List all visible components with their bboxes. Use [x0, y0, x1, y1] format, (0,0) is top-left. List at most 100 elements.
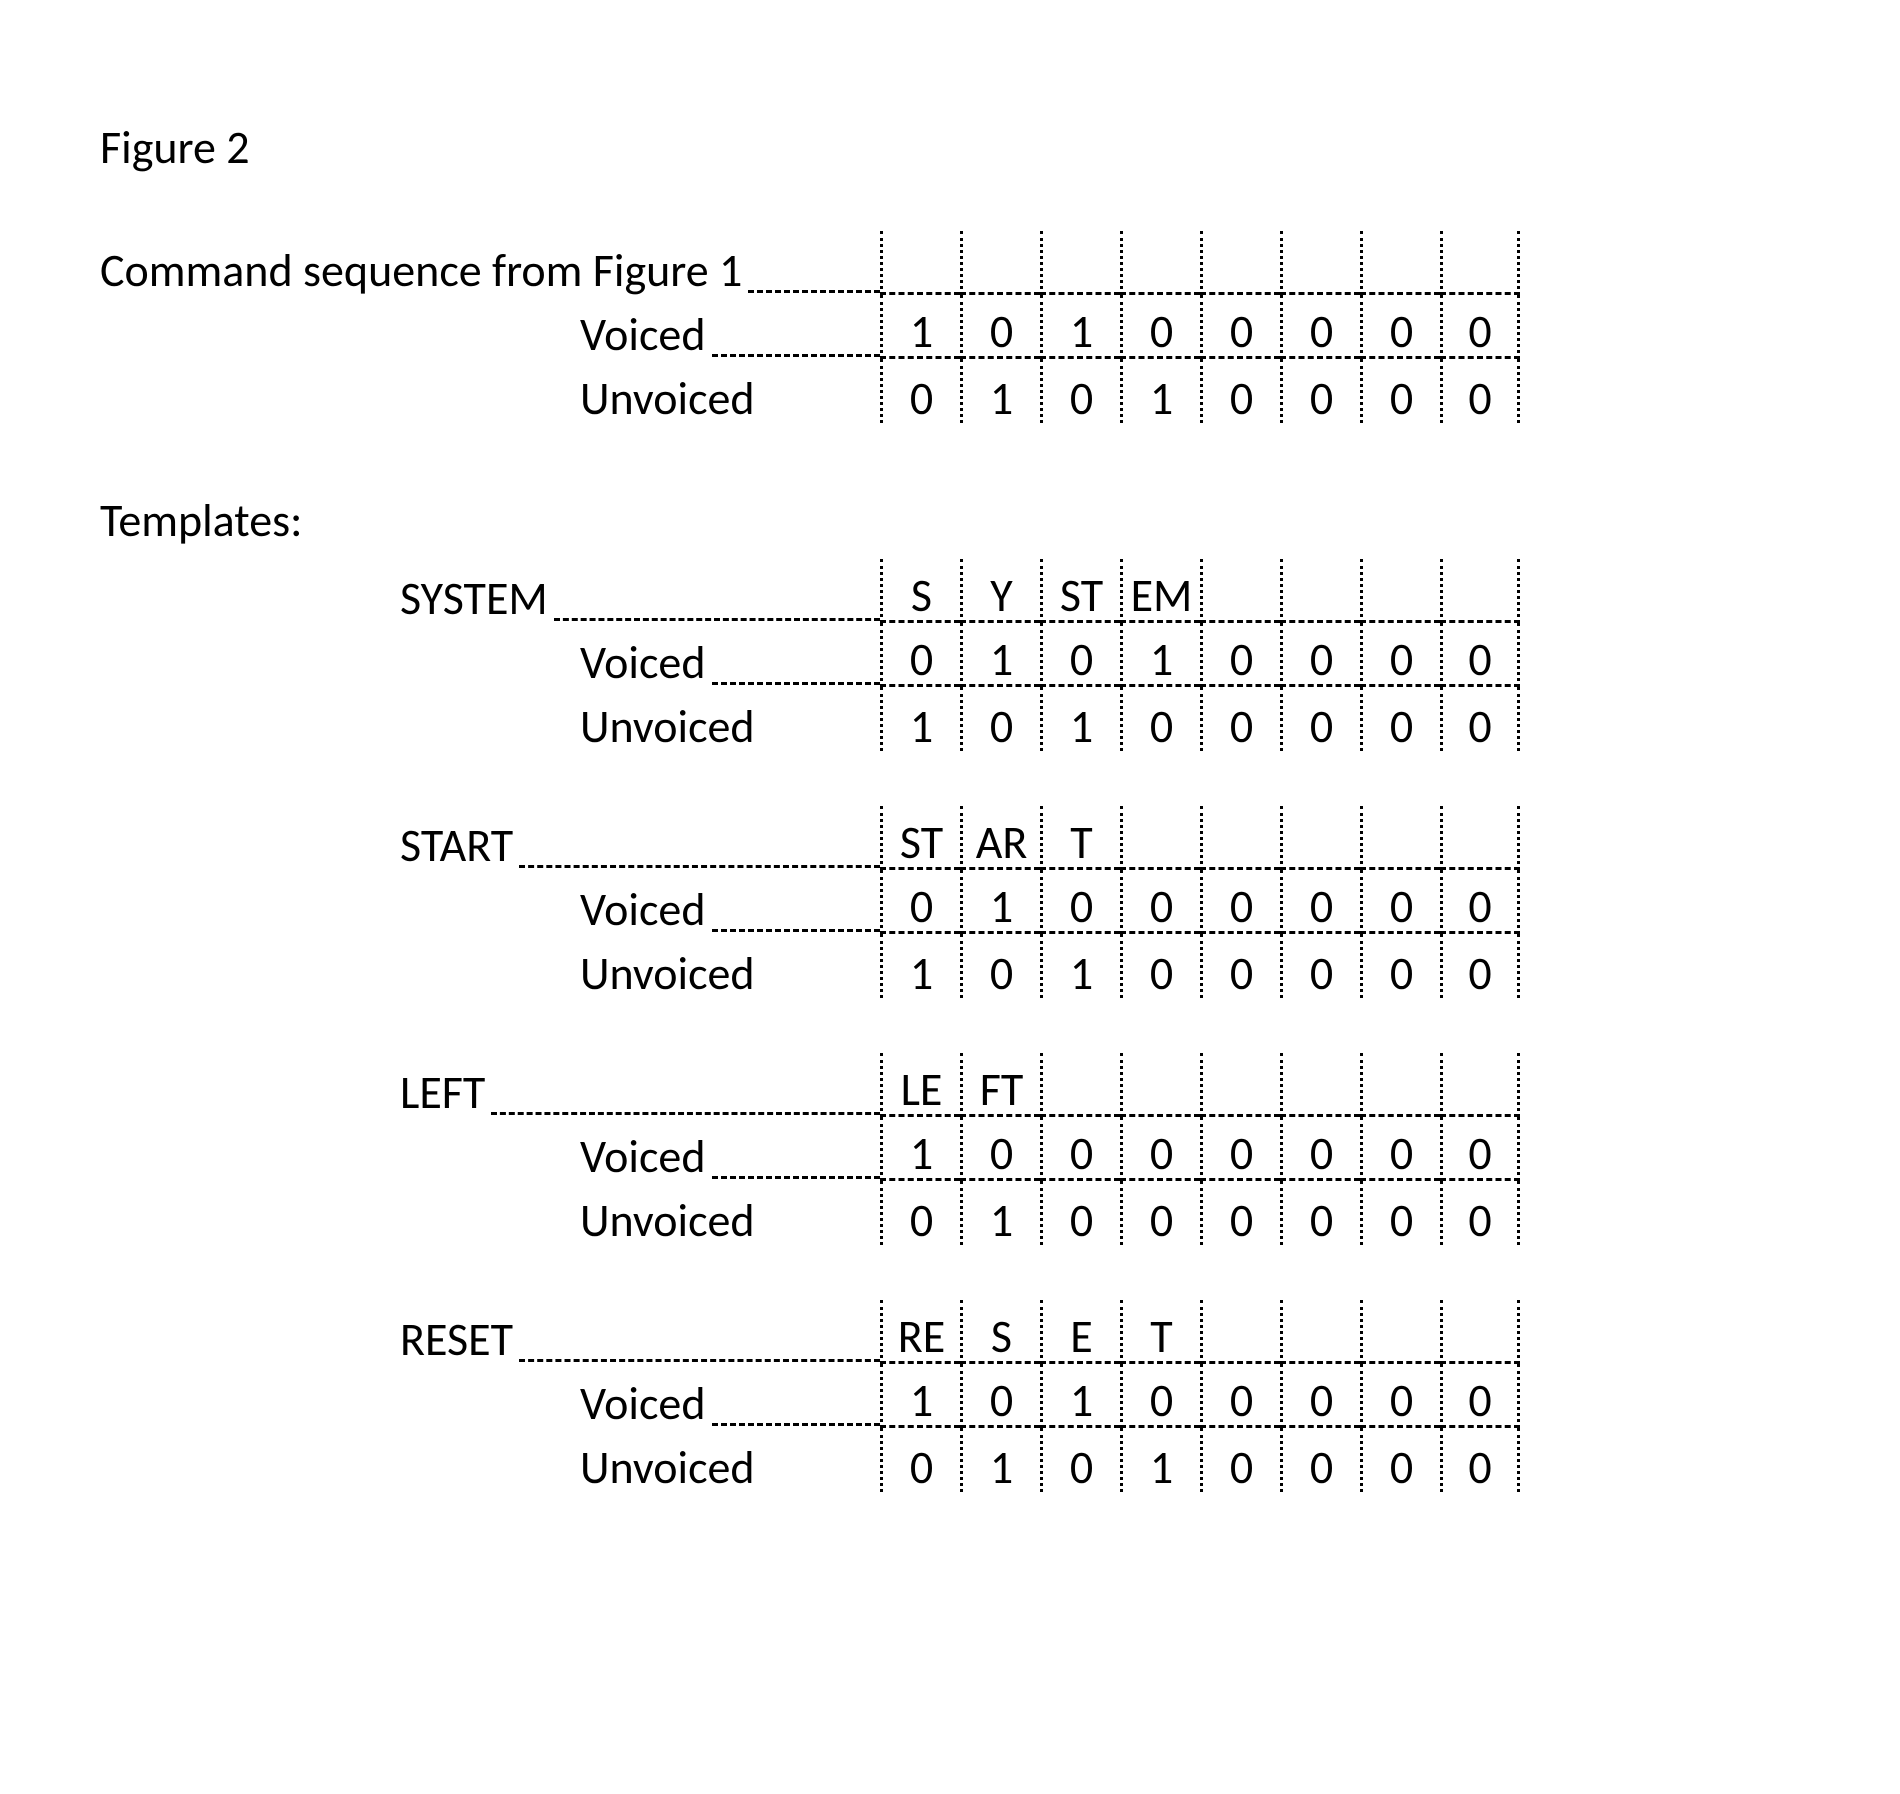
data-cell: 1 [880, 1364, 960, 1428]
data-cell: 0 [1200, 359, 1280, 423]
command-sequence-block: Command sequence from Figure 1 Voiced [100, 231, 1800, 423]
row-label-unvoiced: Unvoiced [100, 1444, 755, 1492]
templates-container: SYSTEMSYSTEMVoiced01010000Unvoiced101000… [100, 559, 1800, 1492]
data-cell: 0 [1200, 1364, 1280, 1428]
data-cell: 1 [960, 870, 1040, 934]
row-label-unvoiced: Unvoiced [100, 950, 755, 998]
template-voiced-row: Voiced01000000 [100, 870, 1800, 934]
hdr-cell [1280, 231, 1360, 295]
data-cell: 0 [1280, 934, 1360, 998]
data-cell: 0 [960, 1117, 1040, 1181]
command-sequence-caption: Command sequence from Figure 1 [100, 247, 742, 295]
data-cell: 0 [960, 1364, 1040, 1428]
data-cell: 0 [1360, 1117, 1440, 1181]
template-header-cell [1200, 559, 1280, 623]
template-header-cell [1280, 806, 1360, 870]
row-label-unvoiced: Unvoiced [100, 1197, 755, 1245]
hdr-cell [1040, 231, 1120, 295]
data-cell: 0 [1040, 870, 1120, 934]
template-voiced-row: Voiced10100000 [100, 1364, 1800, 1428]
data-cell: 0 [1360, 934, 1440, 998]
data-cell: 0 [1440, 1364, 1520, 1428]
template-name: SYSTEM [100, 575, 548, 623]
template-name: RESET [100, 1316, 513, 1364]
figure-page: Figure 2 Command sequence from Figure 1 [0, 0, 1900, 1794]
template-header-cell [1200, 806, 1280, 870]
data-cell: 0 [1360, 295, 1440, 359]
data-cell: 1 [1040, 687, 1120, 751]
data-cell: 0 [1040, 1181, 1120, 1245]
command-voiced-row: Voiced 1 0 1 0 0 0 0 0 [100, 295, 1800, 359]
hdr-cell [1440, 231, 1520, 295]
data-cell: 0 [1360, 870, 1440, 934]
templates-label: Templates: [100, 493, 1800, 549]
data-cell: 0 [880, 359, 960, 423]
template-header-cell: EM [1120, 559, 1200, 623]
data-cell: 0 [1040, 623, 1120, 687]
data-cell: 1 [1120, 1428, 1200, 1492]
template-header-cell [1440, 1300, 1520, 1364]
data-cell: 0 [960, 934, 1040, 998]
template-header-cell [1280, 1053, 1360, 1117]
data-cell: 0 [1440, 359, 1520, 423]
data-cell: 0 [1200, 687, 1280, 751]
data-cell: 0 [1280, 870, 1360, 934]
template-header-row: RESETRESET [100, 1300, 1800, 1364]
data-cell: 1 [960, 623, 1040, 687]
template-header-cell [1200, 1300, 1280, 1364]
data-cell: 0 [960, 687, 1040, 751]
template-header-cell: Y [960, 559, 1040, 623]
template-header-cell: RE [880, 1300, 960, 1364]
template-unvoiced-row: Unvoiced10100000 [100, 934, 1800, 998]
data-cell: 0 [1200, 934, 1280, 998]
template-unvoiced-row: Unvoiced10100000 [100, 687, 1800, 751]
row-label-voiced: Voiced [100, 311, 706, 359]
data-cell: 0 [1360, 1364, 1440, 1428]
data-cell: 0 [1440, 295, 1520, 359]
hdr-cell [1120, 231, 1200, 295]
template-header-cell: ST [1040, 559, 1120, 623]
command-sequence-header-row: Command sequence from Figure 1 [100, 231, 1800, 295]
data-cell: 0 [1440, 1181, 1520, 1245]
template-block: SYSTEMSYSTEMVoiced01010000Unvoiced101000… [100, 559, 1800, 751]
data-cell: 0 [880, 623, 960, 687]
template-unvoiced-row: Unvoiced01000000 [100, 1181, 1800, 1245]
data-cell: 0 [1280, 1428, 1360, 1492]
data-cell: 0 [1280, 295, 1360, 359]
data-cell: 0 [1200, 870, 1280, 934]
hdr-cell [1200, 231, 1280, 295]
data-cell: 0 [1120, 687, 1200, 751]
template-header-cell: T [1120, 1300, 1200, 1364]
template-header-cell [1040, 1053, 1120, 1117]
template-header-cell: FT [960, 1053, 1040, 1117]
template-block: STARTSTARTVoiced01000000Unvoiced10100000 [100, 806, 1800, 998]
data-cell: 0 [1440, 1428, 1520, 1492]
data-cell: 0 [1440, 687, 1520, 751]
hdr-cell [1360, 231, 1440, 295]
row-label-voiced: Voiced [100, 639, 706, 687]
template-block: LEFTLEFTVoiced10000000Unvoiced01000000 [100, 1053, 1800, 1245]
data-cell: 0 [1200, 1181, 1280, 1245]
command-sequence-header-cells [880, 231, 1520, 295]
hdr-cell [960, 231, 1040, 295]
template-header-cell: S [880, 559, 960, 623]
data-cell: 0 [1360, 359, 1440, 423]
data-cell: 0 [1120, 1117, 1200, 1181]
data-cell: 0 [1280, 687, 1360, 751]
data-cell: 1 [960, 1181, 1040, 1245]
template-header-row: LEFTLEFT [100, 1053, 1800, 1117]
figure-label: Figure 2 [100, 120, 1800, 176]
data-cell: 0 [1360, 1181, 1440, 1245]
data-cell: 1 [1040, 934, 1120, 998]
data-cell: 0 [1120, 1364, 1200, 1428]
data-cell: 1 [1120, 359, 1200, 423]
template-header-row: SYSTEM SYSTEM [100, 559, 1800, 623]
data-cell: 0 [880, 1428, 960, 1492]
data-cell: 1 [1040, 1364, 1120, 1428]
template-header-cell: E [1040, 1300, 1120, 1364]
template-header-cell [1360, 559, 1440, 623]
template-header-cell [1360, 1300, 1440, 1364]
command-unvoiced-row: Unvoiced 0 1 0 1 0 0 0 0 [100, 359, 1800, 423]
data-cell: 1 [880, 687, 960, 751]
data-cell: 1 [880, 295, 960, 359]
